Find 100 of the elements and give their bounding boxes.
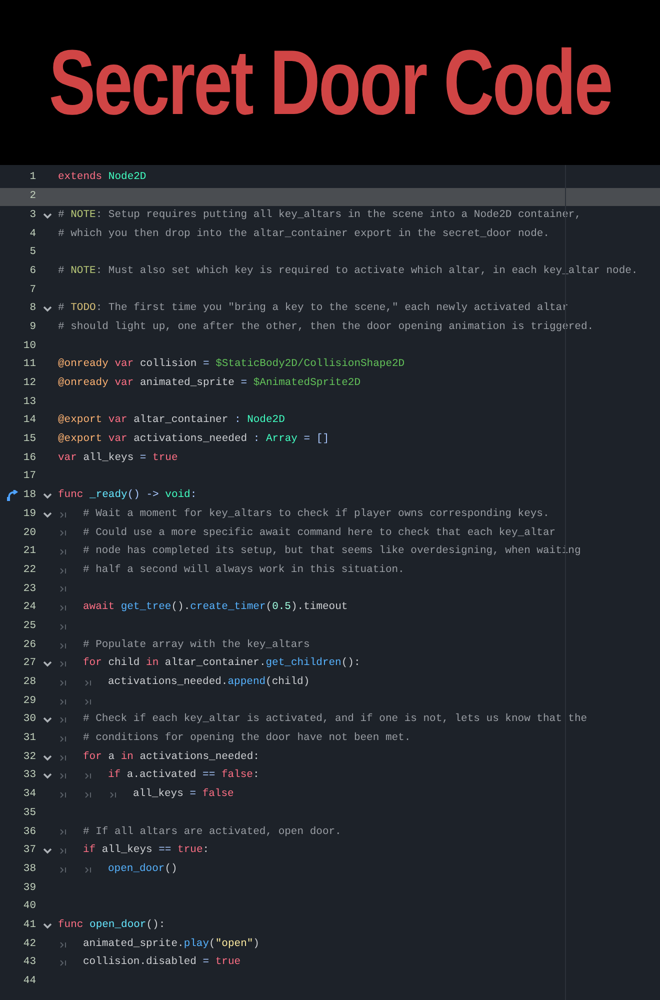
line-number: 36 [22, 824, 36, 840]
tab-marker-icon [85, 792, 92, 798]
line-number: 12 [22, 376, 36, 392]
tab-marker-icon [110, 792, 117, 798]
line-number: 16 [22, 450, 36, 466]
tab-marker-icon [60, 605, 67, 612]
chevron-down-icon[interactable] [42, 512, 52, 518]
tab-marker-icon [60, 698, 67, 705]
line-number: 17 [22, 469, 36, 484]
code-line: # Check if each key_altar is activated, and if one is not, lets us know that the [83, 712, 588, 728]
line-number: 32 [22, 750, 36, 765]
code-line: @onready var animated_sprite = $AnimatedSprite2D [58, 376, 360, 392]
line-number: 13 [22, 394, 36, 410]
code-line: @onready var collision = $StaticBody2D/CollisionShape2D [58, 357, 405, 372]
code-line: # NOTE: Setup requires putting all key_altars in the scene into a Node2D container, [58, 208, 582, 223]
line-number: 24 [22, 600, 36, 616]
line-number: 38 [22, 862, 36, 877]
tab-marker-icon [60, 717, 67, 724]
line-number: 27 [22, 656, 36, 672]
line-number: 44 [22, 974, 36, 990]
code-line: collision.disabled = true [83, 955, 241, 970]
code-line: # which you then drop into the altar_container export in the secret_door node. [58, 226, 550, 242]
chevron-down-icon[interactable] [42, 754, 52, 761]
code-line: # Populate array with the key_altars [83, 638, 310, 653]
code-line: extends Node2D [58, 170, 146, 186]
line-number: 1 [28, 170, 36, 186]
tab-marker-icon [60, 773, 67, 780]
line-number: 23 [22, 582, 36, 597]
line-number: 34 [22, 787, 36, 802]
line-number: 4 [28, 226, 36, 242]
line-number: 11 [22, 357, 36, 372]
line-number: 39 [22, 880, 36, 896]
tab-marker-icon [60, 680, 67, 686]
code-line: for a in activations_needed: [83, 750, 260, 765]
line-number: 10 [22, 338, 36, 354]
line-number: 18 [22, 488, 36, 504]
line-number: 28 [22, 675, 36, 690]
code-line: # half a second will always work in this situation. [83, 562, 404, 578]
line-number: 43 [22, 955, 36, 970]
code-line: @export var altar_container : Node2D [58, 413, 285, 428]
code-line: for child in altar_container.get_children(): [83, 656, 360, 672]
code-line: func _ready() -> void: [58, 488, 197, 504]
tab-marker-icon [60, 568, 67, 574]
tab-marker-icon [60, 642, 67, 649]
tab-marker-icon [85, 698, 92, 705]
line-number: 14 [22, 413, 36, 428]
line-number: 3 [28, 208, 36, 223]
code-line: if all_keys == true: [83, 843, 210, 858]
line-number: 37 [22, 843, 36, 858]
line-number: 30 [22, 712, 36, 728]
tab-marker-icon [85, 680, 92, 686]
tab-marker-icon [60, 942, 67, 948]
chevron-down-icon[interactable] [42, 306, 52, 312]
tab-marker-icon [60, 848, 67, 854]
code-line: func open_door(): [58, 918, 166, 933]
line-number: 2 [28, 189, 36, 204]
chevron-down-icon[interactable] [42, 922, 52, 929]
chevron-down-icon[interactable] [42, 848, 52, 854]
code-line: # conditions for opening the door have not been met. [83, 731, 411, 746]
line-number: 19 [22, 506, 36, 522]
code-line: # Could use a more specific await command here to check that each key_altar [83, 526, 556, 541]
page-title: Secret Door Code [48, 36, 612, 128]
code-line: # TODO: The first time you "bring a key to the scene," each newly activated altar [58, 301, 568, 316]
line-number: 31 [22, 731, 36, 746]
tab-marker-icon [60, 754, 67, 761]
code-line: # node has completed its setup, but that seems like overdesigning, when waiting [83, 544, 581, 560]
tab-marker-icon [60, 624, 67, 630]
link-arrow-icon[interactable] [6, 490, 19, 502]
chevron-down-icon[interactable] [42, 493, 52, 500]
tab-marker-icon [60, 586, 67, 592]
line-number: 22 [22, 562, 36, 578]
tab-marker-icon [60, 866, 67, 873]
line-number: 21 [22, 544, 36, 560]
code-line: animated_sprite.play("open") [83, 936, 260, 952]
code-line: # If all altars are activated, open door. [83, 824, 342, 840]
code-line: @export var activations_needed : Array = [] [58, 432, 329, 448]
tab-marker-icon [60, 512, 67, 518]
line-number: 35 [22, 806, 36, 821]
tab-marker-icon [60, 549, 67, 556]
code-line: var all_keys = true [58, 450, 178, 466]
line-number: 9 [28, 320, 36, 335]
line-number: 7 [28, 282, 36, 298]
code-line: if a.activated == false: [108, 768, 260, 784]
tab-marker-icon [60, 829, 67, 836]
chevron-down-icon[interactable] [42, 773, 52, 780]
line-number: 5 [28, 245, 36, 260]
chevron-down-icon[interactable] [42, 717, 52, 724]
chevron-down-icon[interactable] [42, 212, 52, 219]
line-number: 6 [28, 264, 36, 279]
chevron-down-icon[interactable] [42, 661, 52, 668]
tab-marker-icon [60, 792, 67, 798]
line-number: 20 [22, 526, 36, 541]
line-number: 26 [22, 638, 36, 653]
tab-marker-icon [60, 960, 67, 966]
tab-marker-icon [60, 530, 67, 536]
line-number: 40 [22, 899, 36, 914]
code-line: # should light up, one after the other, then the door opening animation is triggered. [58, 320, 594, 335]
code-line: await get_tree().create_timer(0.5).timeout [83, 600, 348, 616]
code-line: # Wait a moment for key_altars to check if player owns corresponding keys. [83, 506, 550, 522]
tab-marker-icon [60, 661, 67, 668]
